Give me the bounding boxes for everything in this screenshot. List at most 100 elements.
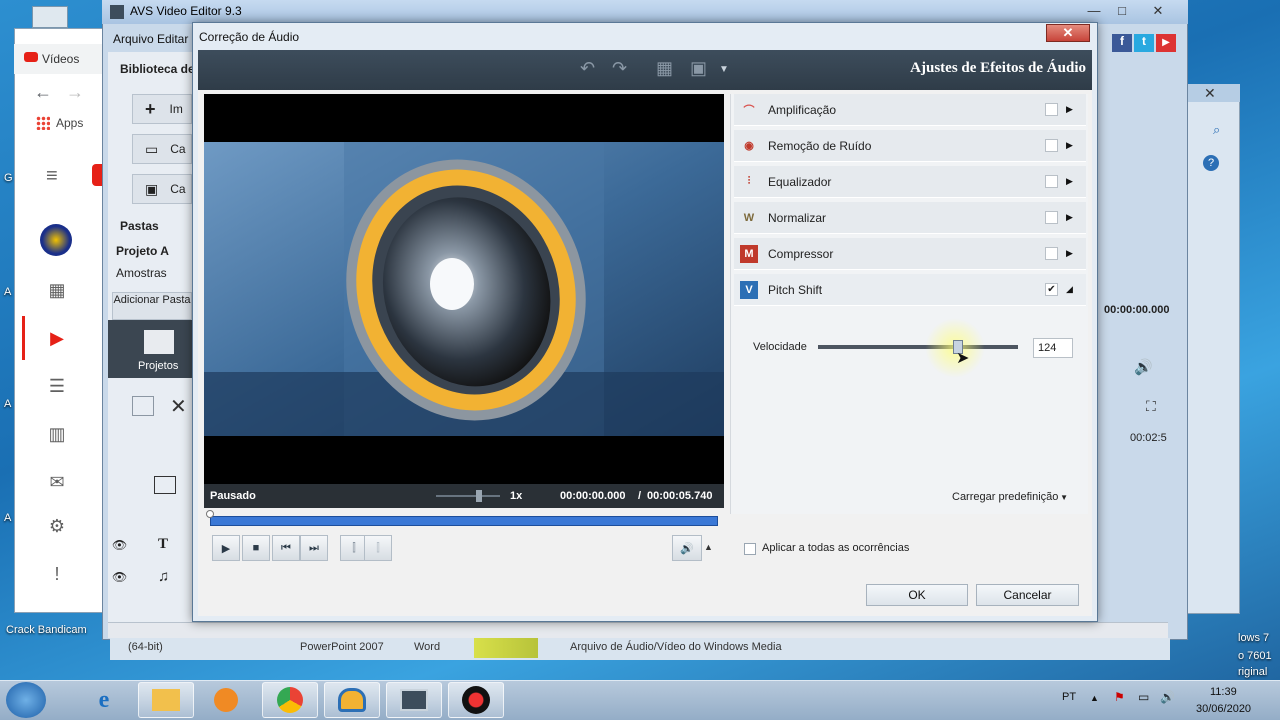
forward-arrow-icon[interactable]: → [66,82,84,103]
videos-icon[interactable]: ▶ [46,328,68,348]
effect-row-equalizer[interactable]: ⫶ Equalizador ▶ [734,166,1086,198]
dialog-close-button[interactable]: ✕ [1046,24,1090,42]
youtube-icon [24,52,38,62]
play-button[interactable]: ▶ [212,535,240,561]
minimize-button[interactable]: — [1080,2,1108,20]
folder-item[interactable]: Projeto A [116,244,169,258]
screen-capture-button[interactable]: ▣ Ca [132,174,192,204]
expand-arrow-icon[interactable]: ▶ [1066,140,1076,151]
volume-icon[interactable]: 🔊 [1134,358,1153,376]
twitter-icon[interactable]: t [1134,34,1154,52]
taskbar-avs-editor[interactable] [386,682,442,718]
collapse-arrow-icon[interactable]: ◢ [1066,284,1076,295]
dashboard-icon[interactable]: ▦ [46,280,68,300]
apps-grid-icon [36,116,50,130]
taskbar-explorer[interactable] [138,682,194,718]
monitor-icon[interactable]: ▣ [690,58,707,79]
speed-slider-thumb[interactable] [476,490,482,502]
folder-item[interactable]: Amostras [116,266,167,280]
tray-chevron-up-icon[interactable]: ▲ [1090,693,1099,703]
previous-frame-button[interactable]: ⏮ [272,535,300,561]
cancel-button[interactable]: Cancelar [976,584,1079,606]
load-preset-dropdown[interactable]: Carregar predefinição ▼ [946,488,1074,506]
expand-arrow-icon[interactable]: ▶ [1066,212,1076,223]
seek-start-marker[interactable] [206,510,214,518]
add-folder-button[interactable]: Adicionar Pasta [112,292,192,320]
effect-row-noise-removal[interactable]: ◉ Remoção de Ruído ▶ [734,130,1086,162]
apply-all-checkbox[interactable] [744,543,756,555]
youtube-icon[interactable]: ▶ [1156,34,1176,52]
close-button[interactable]: ✕ [1144,2,1172,20]
tray-time[interactable]: 11:39 [1210,686,1237,698]
redo-icon[interactable]: ↷ [612,58,627,79]
avatar[interactable] [40,224,72,256]
capture-button[interactable]: ▭ Ca [132,134,192,164]
effect-checkbox[interactable] [1045,247,1058,260]
apps-shortcut[interactable]: Apps [36,116,83,130]
speed-value-input[interactable]: 124 [1033,338,1073,358]
network-icon[interactable]: ⚑ [1114,690,1125,704]
expand-arrow-icon[interactable]: ▶ [1066,248,1076,259]
delete-x-icon[interactable]: ✕ [170,394,187,419]
strip-label: PowerPoint 2007 [300,641,384,653]
effect-row-normalize[interactable]: W Normalizar ▶ [734,202,1086,234]
close-icon[interactable]: ✕ [1204,85,1216,102]
effect-checkbox[interactable] [1045,175,1058,188]
effect-row-compressor[interactable]: M Compressor ▶ [734,238,1086,270]
desktop-shortcut-label[interactable]: Crack Bandicam [6,624,87,636]
effect-row-pitch-shift[interactable]: V Pitch Shift ✔ ◢ [734,274,1086,306]
chevron-up-icon[interactable]: ▲ [704,542,713,552]
effect-checkbox-checked[interactable]: ✔ [1045,283,1058,296]
effect-checkbox[interactable] [1045,211,1058,224]
taskbar-bandicam[interactable] [448,682,504,718]
facebook-icon[interactable]: f [1112,34,1132,52]
menu-edit[interactable]: Editar [157,32,188,52]
ok-button[interactable]: OK [866,584,968,606]
eye-icon[interactable]: 👁 [112,570,127,584]
back-arrow-icon[interactable]: ← [34,82,52,103]
help-icon[interactable]: ? [1203,155,1219,171]
taskbar-media-player[interactable] [198,682,254,718]
playlist-icon[interactable]: ☰ [46,376,68,396]
action-center-icon[interactable]: ▭ [1138,690,1149,704]
volume-tray-icon[interactable]: 🔊 [1160,690,1175,704]
video-preview[interactable] [204,94,724,484]
volume-icon[interactable]: 🔊 [672,535,702,561]
mark-out-button[interactable]: ⫿ [364,535,392,561]
effect-checkbox[interactable] [1045,103,1058,116]
taskbar-chrome[interactable] [262,682,318,718]
feedback-icon[interactable]: ! [46,564,68,584]
settings-gear-icon[interactable]: ⚙ [46,516,68,536]
language-indicator[interactable]: PT [1062,691,1076,703]
recycle-bin-icon[interactable] [32,6,68,28]
start-button[interactable] [6,682,46,718]
search-icon[interactable]: ⌕ [1213,122,1220,138]
effect-row-amplify[interactable]: ⌒ Amplificação ▶ [734,94,1086,126]
effect-checkbox[interactable] [1045,139,1058,152]
menu-file[interactable]: Arquivo [113,32,154,52]
speed-slider[interactable] [436,495,500,497]
next-frame-button[interactable]: ⏭ [300,535,328,561]
tray-date[interactable]: 30/06/2020 [1196,703,1251,715]
eye-icon[interactable]: 👁 [112,538,127,552]
taskbar-audio-app[interactable] [324,682,380,718]
analytics-icon[interactable]: ▥ [46,424,68,444]
horizontal-scrollbar[interactable] [108,622,1168,638]
menu-hamburger-icon[interactable]: ≡ [46,165,58,188]
storyboard-icon[interactable] [132,396,154,416]
seek-bar[interactable] [210,516,718,526]
fullscreen-icon[interactable]: ⛶ [1146,398,1156,415]
undo-icon[interactable]: ↶ [580,58,595,79]
grid-icon[interactable]: ▦ [656,58,673,79]
expand-arrow-icon[interactable]: ▶ [1066,104,1076,115]
maximize-button[interactable]: □ [1108,2,1136,20]
import-button[interactable]: + Im [132,94,192,124]
projects-tab[interactable]: Projetos [108,320,198,378]
expand-arrow-icon[interactable]: ▶ [1066,176,1076,187]
stop-button[interactable]: ■ [242,535,270,561]
chevron-down-icon[interactable]: ▼ [719,64,729,75]
taskbar-internet-explorer[interactable]: e [76,682,132,718]
comments-icon[interactable]: ✉ [46,472,68,492]
chrome-tab[interactable]: Vídeos [14,44,110,74]
speed-slider-track[interactable] [818,345,1018,349]
